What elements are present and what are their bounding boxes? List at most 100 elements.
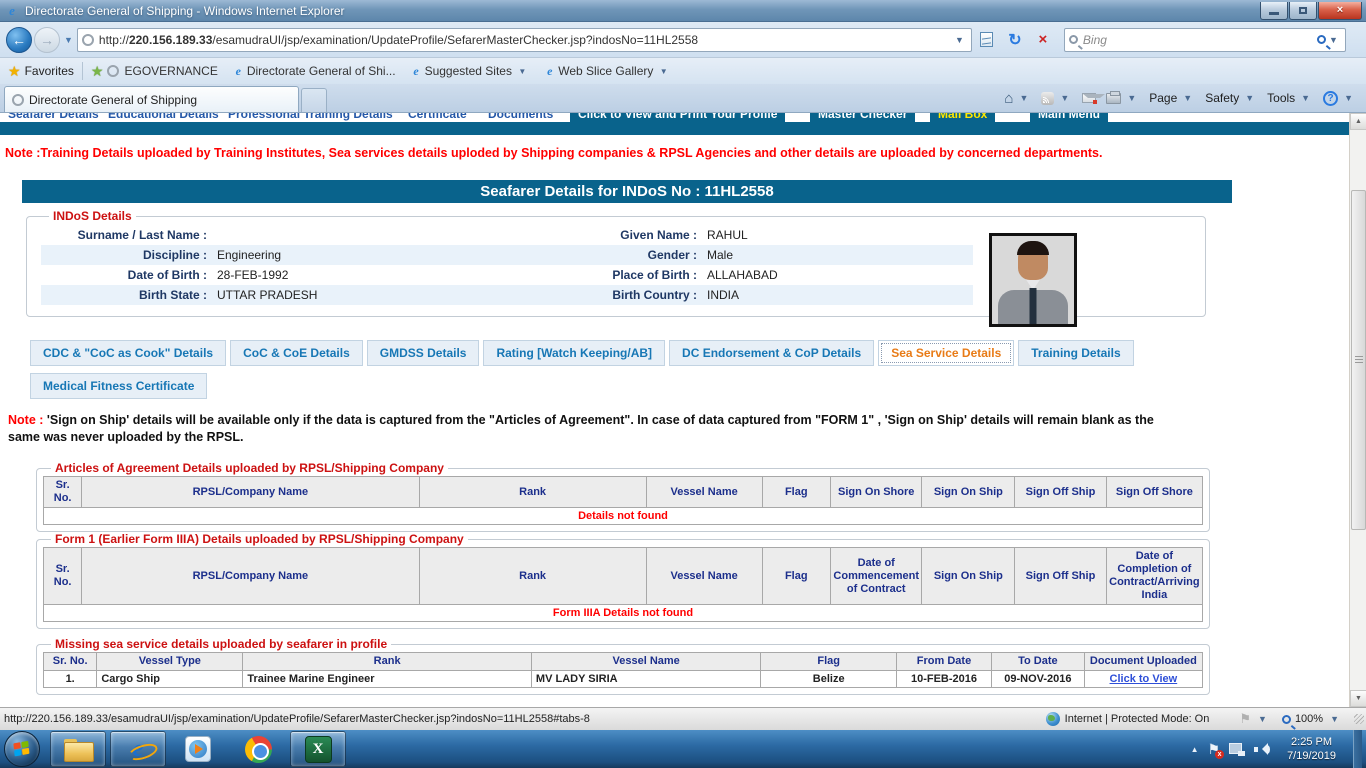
favorite-item-web-slice-gallery[interactable]: eWeb Slice Gallery ▼ bbox=[543, 64, 670, 79]
browser-tab-active[interactable]: Directorate General of Shipping bbox=[4, 86, 299, 112]
print-button[interactable]: ▼ bbox=[1106, 93, 1139, 104]
nav-certificate[interactable]: Certificate bbox=[408, 113, 467, 121]
agreement-empty-message: Details not found bbox=[44, 508, 1203, 525]
show-desktop-button[interactable] bbox=[1353, 730, 1362, 768]
ie-page-icon: e bbox=[410, 64, 423, 79]
tools-menu[interactable]: Tools▼ bbox=[1267, 91, 1313, 105]
search-box[interactable]: ▼ bbox=[1064, 28, 1346, 52]
action-center-icon[interactable]: ⚑x bbox=[1208, 741, 1221, 758]
close-button[interactable]: × bbox=[1318, 2, 1362, 20]
search-go-icon[interactable] bbox=[1317, 35, 1326, 44]
form1-table: Sr. No. RPSL/Company Name Rank Vessel Na… bbox=[43, 547, 1203, 622]
filter-flag-icon: ⚑ bbox=[1239, 711, 1251, 727]
agreement-table: Sr. No. RPSL/Company Name Rank Vessel Na… bbox=[43, 476, 1203, 525]
clock-date: 7/19/2019 bbox=[1287, 749, 1336, 763]
taskbar-excel-button[interactable]: X bbox=[290, 731, 346, 767]
click-to-view-link[interactable]: Click to View bbox=[1089, 673, 1198, 685]
help-menu[interactable]: ?▼ bbox=[1323, 91, 1356, 106]
vertical-scrollbar[interactable]: ▲ ▼ bbox=[1349, 113, 1366, 707]
tab-dc-endorsement[interactable]: DC Endorsement & CoP Details bbox=[669, 340, 874, 366]
zoom-control[interactable]: 100% ▼ bbox=[1282, 713, 1342, 725]
taskbar-ie-button[interactable]: e bbox=[110, 731, 166, 767]
page-menu[interactable]: Page▼ bbox=[1149, 91, 1195, 105]
favorites-bar: ★ Favorites ★ EGOVERNANCE eDirectorate G… bbox=[0, 58, 1366, 84]
agreement-legend: Articles of Agreement Details uploaded b… bbox=[51, 461, 448, 475]
new-tab-button[interactable] bbox=[301, 88, 327, 112]
taskbar-chrome-button[interactable] bbox=[230, 731, 286, 767]
tab-sea-service[interactable]: Sea Service Details bbox=[878, 340, 1014, 366]
help-icon: ? bbox=[1323, 91, 1338, 106]
compatibility-view-button[interactable] bbox=[974, 28, 1000, 52]
tab-rating[interactable]: Rating [Watch Keeping/AB] bbox=[483, 340, 665, 366]
missing-service-fieldset: Missing sea service details uploaded by … bbox=[36, 637, 1210, 695]
show-hidden-icons-button[interactable]: ▲ bbox=[1191, 745, 1199, 754]
tab-gmdss[interactable]: GMDSS Details bbox=[367, 340, 480, 366]
safety-menu[interactable]: Safety▼ bbox=[1205, 91, 1257, 105]
favorite-item-egovernance[interactable]: EGOVERNANCE bbox=[107, 64, 217, 78]
taskbar-media-player-button[interactable] bbox=[170, 731, 226, 767]
favorite-item-suggested-sites[interactable]: eSuggested Sites ▼ bbox=[410, 64, 530, 79]
ie-page-icon: e bbox=[543, 64, 556, 79]
recent-pages-chevron-icon[interactable]: ▼ bbox=[64, 35, 73, 45]
nav-seafarer-details[interactable]: Seafarer Details bbox=[8, 113, 99, 121]
resize-grip bbox=[1354, 714, 1364, 724]
nav-documents[interactable]: Documents bbox=[488, 113, 553, 121]
seafarer-photo bbox=[989, 233, 1077, 327]
nav-educational-details[interactable]: Educational Details bbox=[108, 113, 219, 121]
scroll-up-button[interactable]: ▲ bbox=[1350, 113, 1366, 130]
chevron-down-icon: ▼ bbox=[515, 67, 529, 76]
indos-row: Birth State :UTTAR PRADESH Birth Country… bbox=[41, 285, 973, 305]
favorites-label[interactable]: Favorites bbox=[25, 64, 74, 78]
mail-icon bbox=[1082, 93, 1096, 103]
protected-mode-button[interactable]: ⚑ ▼ bbox=[1239, 711, 1270, 727]
taskbar-clock[interactable]: 2:25 PM 7/19/2019 bbox=[1279, 735, 1344, 763]
refresh-button[interactable]: ↻ bbox=[1002, 28, 1028, 52]
home-button[interactable]: ⌂▼ bbox=[1004, 90, 1031, 107]
windows-logo-icon bbox=[13, 741, 30, 759]
forward-button[interactable]: → bbox=[34, 27, 60, 53]
favorite-item-dgshipping[interactable]: eDirectorate General of Shi... bbox=[232, 64, 396, 79]
taskbar-explorer-button[interactable] bbox=[50, 731, 106, 767]
restore-button[interactable] bbox=[1289, 2, 1317, 20]
tab-cdc-coc-cook[interactable]: CDC & "CoC as Cook" Details bbox=[30, 340, 226, 366]
media-player-icon bbox=[185, 736, 211, 762]
minimize-button[interactable] bbox=[1260, 2, 1288, 20]
address-toolbar: ← → ▼ http://220.156.189.33/esamudraUI/j… bbox=[0, 22, 1366, 58]
missing-service-legend: Missing sea service details uploaded by … bbox=[51, 637, 391, 651]
tab-training[interactable]: Training Details bbox=[1018, 340, 1133, 366]
form1-empty-message: Form IIIA Details not found bbox=[44, 605, 1203, 622]
nav-mail-box[interactable]: Mail Box bbox=[930, 113, 995, 135]
feeds-button[interactable]: ▼ bbox=[1041, 92, 1072, 105]
add-favorite-icon[interactable]: ★ bbox=[91, 63, 104, 80]
start-button[interactable] bbox=[4, 731, 40, 767]
search-dropdown-icon[interactable]: ▼ bbox=[1326, 35, 1341, 45]
nav-view-print-profile[interactable]: Click to View and Print Your Profile bbox=[570, 113, 785, 135]
read-mail-button[interactable] bbox=[1082, 93, 1096, 103]
stop-button[interactable]: × bbox=[1030, 28, 1056, 52]
nav-professional-training[interactable]: Professional Training Details bbox=[228, 113, 393, 121]
address-dropdown-icon[interactable]: ▼ bbox=[952, 35, 967, 45]
back-button[interactable]: ← bbox=[6, 27, 32, 53]
sign-on-ship-note: Note : 'Sign on Ship' details will be av… bbox=[8, 412, 1188, 446]
missing-service-table: Sr. No. Vessel Type Rank Vessel Name Fla… bbox=[43, 652, 1203, 688]
indos-row: Surname / Last Name : Given Name :RAHUL bbox=[41, 225, 973, 245]
address-field[interactable]: http://220.156.189.33/esamudraUI/jsp/exa… bbox=[77, 28, 972, 52]
nav-master-checker[interactable]: Master Checker bbox=[810, 113, 915, 135]
zone-text: Internet | Protected Mode: On bbox=[1065, 713, 1210, 725]
scrollbar-thumb[interactable] bbox=[1351, 190, 1366, 530]
form1-fieldset: Form 1 (Earlier Form IIIA) Details uploa… bbox=[36, 532, 1210, 629]
nav-main-menu[interactable]: Main Menu bbox=[1030, 113, 1108, 135]
tab-coc-coe[interactable]: CoC & CoE Details bbox=[230, 340, 363, 366]
network-icon[interactable] bbox=[1229, 743, 1245, 756]
internet-zone-icon bbox=[1046, 712, 1060, 726]
search-input[interactable] bbox=[1083, 33, 1317, 47]
site-favicon-icon bbox=[82, 34, 94, 46]
indos-row: Discipline :Engineering Gender :Male bbox=[41, 245, 973, 265]
scroll-down-button[interactable]: ▼ bbox=[1350, 690, 1366, 707]
tab-medical-fitness[interactable]: Medical Fitness Certificate bbox=[30, 373, 207, 399]
volume-icon[interactable] bbox=[1254, 743, 1270, 756]
system-tray: ▲ ⚑x 2:25 PM 7/19/2019 bbox=[1191, 730, 1366, 768]
tab-favicon-icon bbox=[12, 94, 24, 106]
favorites-star-icon[interactable]: ★ bbox=[8, 63, 21, 80]
excel-icon: X bbox=[305, 736, 332, 763]
